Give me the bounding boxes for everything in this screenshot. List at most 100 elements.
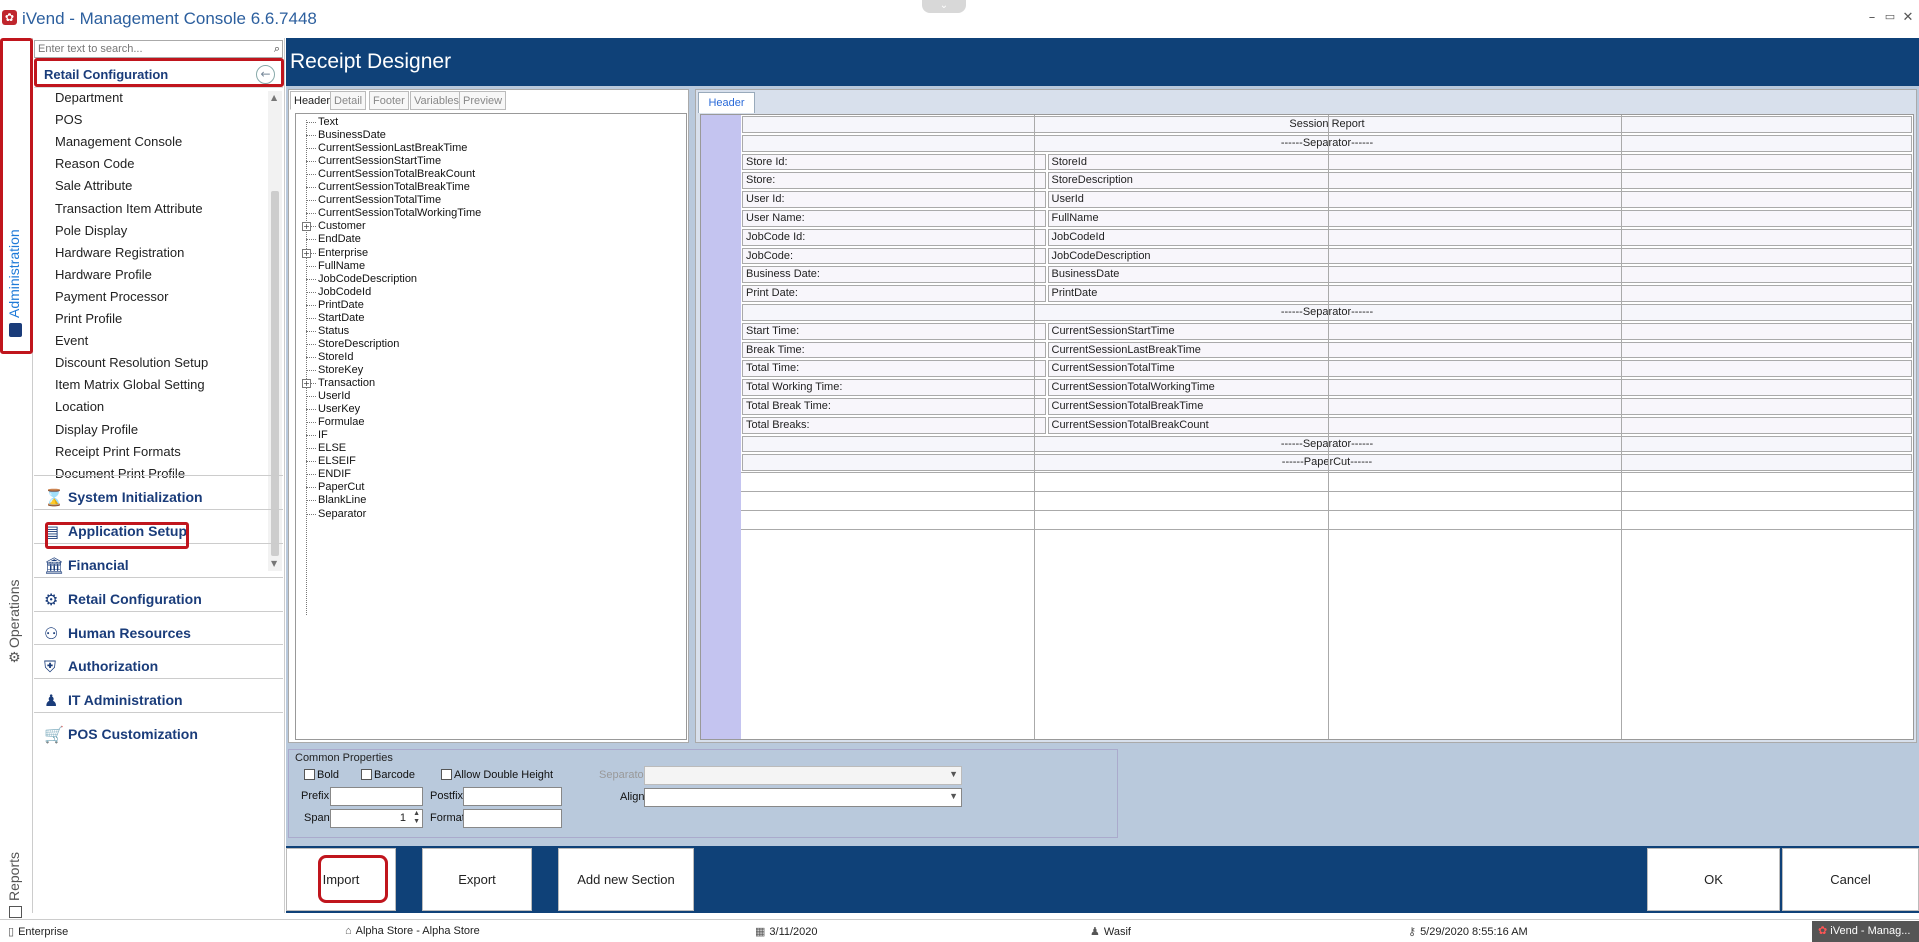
layout-cell-label[interactable]: Start Time: [742, 322, 1046, 340]
span-stepper[interactable]: 1 ▲ ▼ [330, 809, 423, 828]
tree-item[interactable]: CurrentSessionTotalWorkingTime [318, 207, 481, 219]
scroll-up-icon[interactable]: ▲ [271, 93, 277, 102]
layout-cell-label[interactable]: Total Breaks: [742, 416, 1046, 434]
tab-header[interactable]: Header [290, 91, 335, 110]
layout-cell-label[interactable]: User Name: [742, 210, 1046, 227]
tree-item[interactable]: CurrentSessionTotalTime [318, 194, 441, 206]
nav-group-pos-customization[interactable]: 🛒 POS Customization [34, 712, 283, 753]
layout-cell-label[interactable]: Total Time: [742, 360, 1046, 378]
tree-item[interactable]: FullName [318, 260, 365, 272]
nav-item-receipt-print-formats[interactable]: Receipt Print Formats [55, 444, 181, 459]
tree-item[interactable]: StoreId [318, 351, 353, 363]
tree-item[interactable]: EndDate [318, 233, 361, 245]
ok-button[interactable]: OK [1647, 848, 1780, 911]
format-input[interactable] [463, 809, 562, 828]
expand-icon[interactable]: + [302, 248, 311, 258]
prefix-input[interactable] [330, 787, 423, 806]
layout-cell-value[interactable]: CurrentSessionTotalTime [1047, 360, 1912, 378]
layout-cell-label[interactable]: User Id: [742, 191, 1046, 208]
tree-item[interactable]: StoreDescription [318, 338, 399, 350]
layout-cell-label[interactable]: Store: [742, 172, 1046, 190]
search-icon[interactable]: ⌕ [274, 41, 280, 57]
tab-detail[interactable]: Detail [330, 91, 367, 110]
layout-cell-value[interactable]: CurrentSessionTotalWorkingTime [1047, 379, 1912, 396]
tree-item[interactable]: ELSEIF [318, 455, 356, 467]
minimize-button[interactable]: – [1864, 10, 1880, 25]
layout-cell-value[interactable]: CurrentSessionTotalBreakCount [1047, 416, 1912, 434]
tab-layout-header[interactable]: Header [698, 92, 755, 113]
nav-item-item-matrix-global-setting[interactable]: Item Matrix Global Setting [55, 377, 205, 392]
layout-cell-label[interactable]: Print Date: [742, 285, 1046, 302]
nav-item-discount-resolution-setup[interactable]: Discount Resolution Setup [55, 355, 208, 370]
nav-item-location[interactable]: Location [55, 399, 104, 414]
nav-item-display-profile[interactable]: Display Profile [55, 422, 138, 437]
nav-item-pos[interactable]: POS [55, 112, 82, 127]
tree-item[interactable]: Text [318, 116, 338, 128]
tab-footer[interactable]: Footer [369, 91, 409, 110]
layout-cell-value[interactable]: StoreId [1047, 153, 1912, 171]
separator-select[interactable]: ▼ [644, 766, 962, 785]
close-button[interactable]: ✕ [1900, 10, 1916, 25]
search-input[interactable]: Enter text to search... ⌕ [34, 40, 283, 58]
tree-item[interactable]: UserId [318, 390, 350, 402]
tree-item[interactable]: CurrentSessionLastBreakTime [318, 142, 467, 154]
ribbon-pull-tab[interactable]: ⌄ [922, 0, 966, 13]
tree-item[interactable]: UserKey [318, 403, 360, 415]
layout-cell-value[interactable]: StoreDescription [1047, 172, 1912, 190]
nav-item-transaction-item-attribute[interactable]: Transaction Item Attribute [55, 201, 203, 216]
tree-item[interactable]: Customer [318, 220, 366, 232]
nav-item-print-profile[interactable]: Print Profile [55, 311, 122, 326]
tree-item[interactable]: Formulae [318, 416, 364, 428]
nav-item-sale-attribute[interactable]: Sale Attribute [55, 178, 132, 193]
tab-preview[interactable]: Preview [459, 91, 507, 110]
nav-item-reason-code[interactable]: Reason Code [55, 156, 135, 171]
postfix-input[interactable] [463, 787, 562, 806]
tree-item[interactable]: PaperCut [318, 481, 364, 493]
tree-item[interactable]: ENDIF [318, 468, 351, 480]
tree-item[interactable]: Transaction [318, 377, 375, 389]
layout-cell-value[interactable]: BusinessDate [1047, 266, 1912, 284]
layout-cell-label[interactable]: JobCode Id: [742, 228, 1046, 246]
taskbar-item[interactable]: ✿ iVend - Manag... [1812, 921, 1919, 942]
nav-item-payment-processor[interactable]: Payment Processor [55, 289, 168, 304]
align-select[interactable]: ▼ [644, 788, 962, 807]
tree-item[interactable]: StoreKey [318, 364, 363, 376]
layout-cell-value[interactable]: CurrentSessionLastBreakTime [1047, 341, 1912, 359]
tree-item[interactable]: CurrentSessionStartTime [318, 155, 441, 167]
nav-item-hardware-profile[interactable]: Hardware Profile [55, 267, 152, 282]
layout-cell-value[interactable]: JobCodeDescription [1047, 247, 1912, 265]
stepper-down-icon[interactable]: ▼ [413, 818, 420, 825]
add-section-button[interactable]: Add new Section [558, 848, 694, 911]
layout-cell-label[interactable]: Store Id: [742, 153, 1046, 171]
layout-cell-value[interactable]: JobCodeId [1047, 228, 1912, 246]
layout-cell-value[interactable]: CurrentSessionStartTime [1047, 322, 1912, 340]
tree-item[interactable]: BlankLine [318, 494, 366, 506]
tab-reports[interactable]: Reports [0, 818, 33, 918]
nav-item-event[interactable]: Event [55, 333, 88, 348]
tree-item[interactable]: Status [318, 325, 349, 337]
nav-item-management-console[interactable]: Management Console [55, 134, 182, 149]
tree-item[interactable]: StartDate [318, 312, 364, 324]
tree-item[interactable]: JobCodeDescription [318, 273, 417, 285]
tree-item[interactable]: CurrentSessionTotalBreakCount [318, 168, 475, 180]
export-button[interactable]: Export [422, 848, 532, 911]
layout-cell-label[interactable]: Total Break Time: [742, 398, 1046, 415]
layout-cell-value[interactable]: PrintDate [1047, 285, 1912, 302]
bold-checkbox[interactable]: Bold [304, 769, 339, 781]
expand-icon[interactable]: + [302, 379, 311, 388]
tree-item[interactable]: Separator [318, 508, 366, 520]
layout-cell-value[interactable]: UserId [1047, 191, 1912, 208]
tab-operations[interactable]: Operations ⚙ [0, 528, 33, 668]
stepper-up-icon[interactable]: ▲ [413, 810, 420, 817]
layout-cell-value[interactable]: FullName [1047, 210, 1912, 227]
layout-cell-value[interactable]: CurrentSessionTotalBreakTime [1047, 398, 1912, 415]
barcode-checkbox[interactable]: Barcode [361, 769, 415, 781]
restore-button[interactable]: ▭ [1882, 10, 1898, 23]
layout-cell-label[interactable]: Business Date: [742, 266, 1046, 284]
expand-icon[interactable]: + [302, 222, 311, 232]
tree-item[interactable]: BusinessDate [318, 129, 386, 141]
layout-cell-label[interactable]: JobCode: [742, 247, 1046, 265]
tree-item[interactable]: JobCodeId [318, 286, 371, 298]
nav-item-department[interactable]: Department [55, 90, 123, 105]
tree-item[interactable]: ELSE [318, 442, 346, 454]
